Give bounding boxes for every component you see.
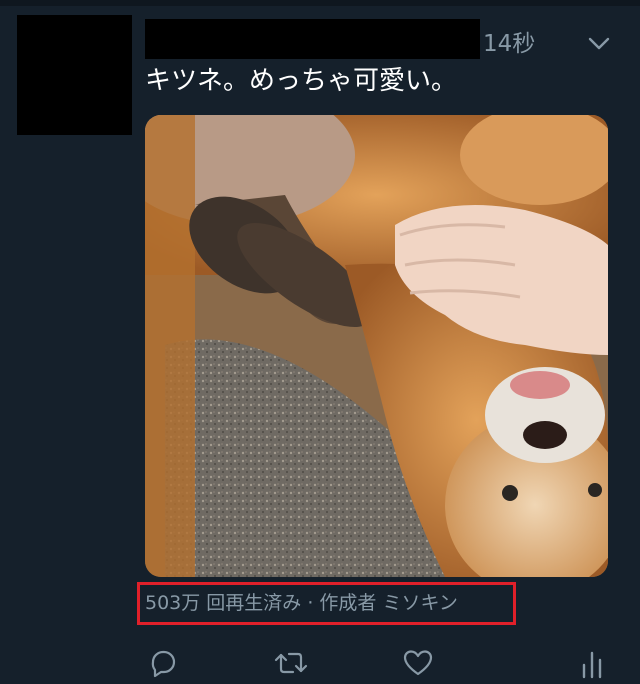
tweet-timestamp[interactable]: 14秒 <box>483 30 535 58</box>
reply-icon[interactable] <box>145 646 181 680</box>
analytics-icon[interactable] <box>574 646 610 680</box>
author-name-redacted[interactable] <box>145 19 480 59</box>
chevron-down-icon[interactable] <box>586 33 612 53</box>
top-divider <box>0 0 640 6</box>
retweet-icon[interactable] <box>273 646 309 680</box>
view-count-attribution[interactable]: 503万 回再生済み · 作成者 ミソキン <box>145 590 458 616</box>
video-thumbnail[interactable] <box>145 115 608 577</box>
avatar[interactable] <box>17 15 132 135</box>
heart-icon[interactable] <box>400 646 436 680</box>
tweet-text: キツネ。めっちゃ可愛い。 <box>145 66 458 96</box>
